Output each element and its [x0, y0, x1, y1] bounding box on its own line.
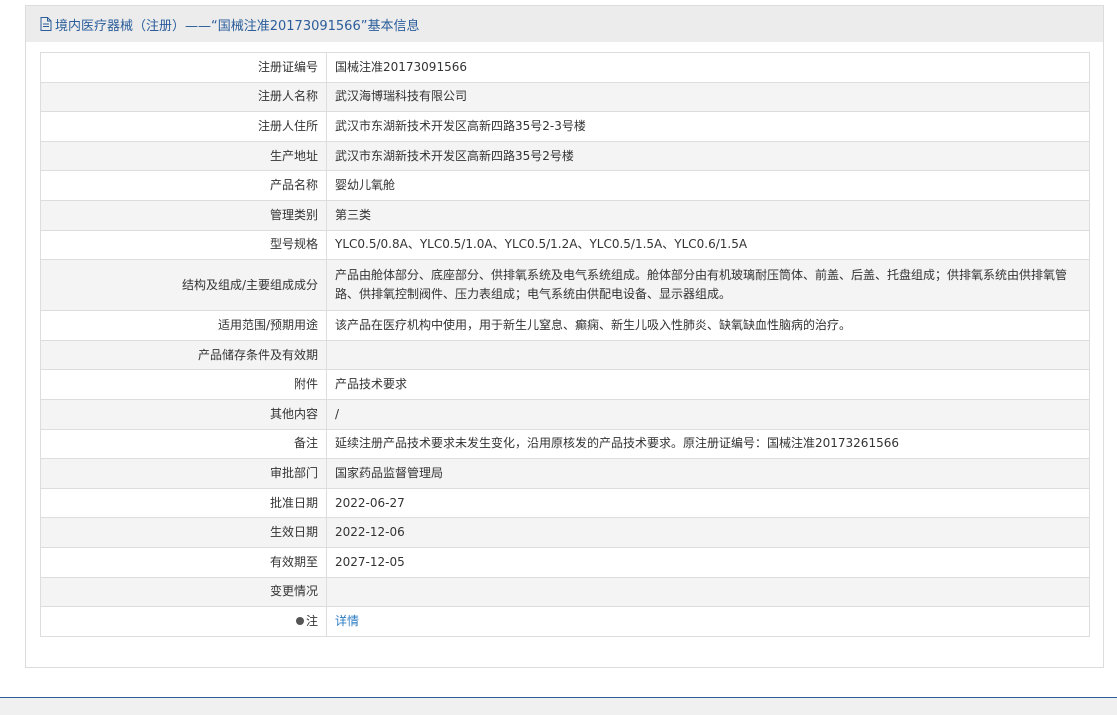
info-dot-icon: [295, 616, 304, 625]
table-row: 注 详情: [40, 606, 1090, 637]
table-row: 生效日期 2022-12-06: [40, 517, 1090, 548]
table-row: 管理类别 第三类: [40, 199, 1090, 231]
panel-title: 境内医疗器械（注册）——“国械注准20173091566”基本信息: [55, 18, 420, 34]
note-label-cell: 注: [40, 606, 327, 637]
row-value: 产品由舱体部分、底座部分、供排氧系统及电气系统组成。舱体部分由有机玻璃耐压筒体、…: [326, 259, 1090, 312]
document-icon: [40, 17, 52, 31]
row-value: 第三类: [326, 199, 1090, 231]
table-row: 注册人名称 武汉海博瑞科技有限公司: [40, 81, 1090, 113]
table-row: 结构及组成/主要组成成分 产品由舱体部分、底座部分、供排氧系统及电气系统组成。舱…: [40, 259, 1090, 312]
row-label: 产品储存条件及有效期: [40, 339, 327, 371]
row-label: 生效日期: [40, 517, 327, 548]
table-row: 变更情况: [40, 576, 1090, 608]
row-label: 变更情况: [40, 576, 327, 608]
detail-link[interactable]: 详情: [335, 614, 359, 628]
row-value: 国械注准20173091566: [326, 52, 1090, 83]
table-row: 附件 产品技术要求: [40, 369, 1090, 400]
footer-bar: [0, 698, 1117, 715]
panel-header: 境内医疗器械（注册）——“国械注准20173091566”基本信息: [26, 6, 1103, 42]
row-value: 2022-12-06: [326, 517, 1090, 548]
row-label: 批准日期: [40, 487, 327, 519]
row-value: [326, 339, 1090, 371]
row-label: 型号规格: [40, 229, 327, 261]
table-row: 型号规格 YLC0.5/0.8A、YLC0.5/1.0A、YLC0.5/1.2A…: [40, 229, 1090, 261]
row-value: 国家药品监督管理局: [326, 458, 1090, 489]
row-value: 2022-06-27: [326, 487, 1090, 519]
row-value: 武汉海博瑞科技有限公司: [326, 81, 1090, 113]
row-label: 管理类别: [40, 199, 327, 231]
row-value: YLC0.5/0.8A、YLC0.5/1.0A、YLC0.5/1.2A、YLC0…: [326, 229, 1090, 261]
row-value: 2027-12-05: [326, 546, 1090, 578]
row-label: 结构及组成/主要组成成分: [40, 259, 327, 312]
row-label: 注册证编号: [40, 52, 327, 83]
row-value: 武汉市东湖新技术开发区高新四路35号2号楼: [326, 140, 1090, 172]
table-row: 有效期至 2027-12-05: [40, 546, 1090, 578]
table-row: 生产地址 武汉市东湖新技术开发区高新四路35号2号楼: [40, 140, 1090, 172]
row-value: 武汉市东湖新技术开发区高新四路35号2-3号楼: [326, 111, 1090, 142]
row-value: 产品技术要求: [326, 369, 1090, 400]
info-panel: 境内医疗器械（注册）——“国械注准20173091566”基本信息 注册证编号 …: [25, 5, 1104, 668]
row-label: 产品名称: [40, 170, 327, 201]
info-table: 注册证编号 国械注准20173091566 注册人名称 武汉海博瑞科技有限公司 …: [40, 52, 1090, 637]
row-label: 适用范围/预期用途: [40, 310, 327, 341]
note-value-cell: 详情: [326, 606, 1090, 637]
row-label: 其他内容: [40, 398, 327, 430]
row-value: 婴幼儿氧舱: [326, 170, 1090, 201]
row-label: 有效期至: [40, 546, 327, 578]
row-value: 该产品在医疗机构中使用，用于新生儿窒息、癫痫、新生儿吸入性肺炎、缺氧缺血性脑病的…: [326, 310, 1090, 341]
table-row: 产品储存条件及有效期: [40, 339, 1090, 371]
row-label: 附件: [40, 369, 327, 400]
table-row: 注册证编号 国械注准20173091566: [40, 52, 1090, 83]
row-label: 备注: [40, 428, 327, 460]
info-table-wrapper: 注册证编号 国械注准20173091566 注册人名称 武汉海博瑞科技有限公司 …: [40, 52, 1090, 637]
table-row: 备注 延续注册产品技术要求未发生变化，沿用原核发的产品技术要求。原注册证编号：国…: [40, 428, 1090, 460]
table-row: 其他内容 /: [40, 398, 1090, 430]
row-label: 注册人住所: [40, 111, 327, 142]
row-value: [326, 576, 1090, 608]
table-row: 适用范围/预期用途 该产品在医疗机构中使用，用于新生儿窒息、癫痫、新生儿吸入性肺…: [40, 310, 1090, 341]
table-row: 产品名称 婴幼儿氧舱: [40, 170, 1090, 201]
row-value: /: [326, 398, 1090, 430]
row-label: 注册人名称: [40, 81, 327, 113]
row-value: 延续注册产品技术要求未发生变化，沿用原核发的产品技术要求。原注册证编号：国械注准…: [326, 428, 1090, 460]
row-label: 生产地址: [40, 140, 327, 172]
table-row: 审批部门 国家药品监督管理局: [40, 458, 1090, 489]
row-label: 审批部门: [40, 458, 327, 489]
note-label: 注: [305, 613, 318, 628]
table-row: 注册人住所 武汉市东湖新技术开发区高新四路35号2-3号楼: [40, 111, 1090, 142]
table-row: 批准日期 2022-06-27: [40, 487, 1090, 519]
